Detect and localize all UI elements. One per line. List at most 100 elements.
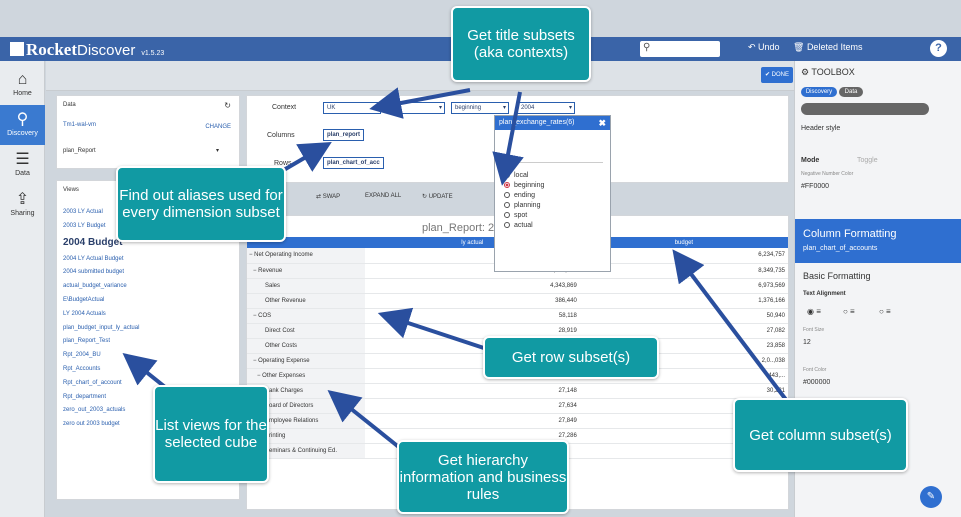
- row-label[interactable]: − Net Operating Income: [247, 248, 365, 264]
- cell-budget[interactable]: 30,231: [579, 383, 788, 399]
- refresh-icon[interactable]: ↻: [224, 101, 231, 110]
- toolbox-icon-bar[interactable]: [801, 103, 929, 115]
- view-item[interactable]: E\BudgetActual: [63, 297, 104, 303]
- cell-ly-actual[interactable]: 386,440: [364, 293, 580, 309]
- view-item[interactable]: Rpt_Accounts: [63, 366, 100, 372]
- radio-icon[interactable]: [504, 182, 510, 188]
- cell-budget[interactable]: 8,349,735: [579, 263, 788, 279]
- row-label[interactable]: Direct Cost: [247, 323, 365, 339]
- view-item[interactable]: LY 2004 Actuals: [63, 311, 106, 317]
- nav-data-label: Data: [15, 170, 30, 177]
- left-nav: ⌂ Home ⚲ Discovery ☰ Data ⇪ Sharing: [0, 61, 45, 517]
- columns-subset-pill[interactable]: plan_report: [323, 129, 365, 141]
- chat-icon: ✎: [926, 491, 936, 502]
- view-item[interactable]: 2004 LY Actual Budget: [63, 256, 124, 262]
- subset-option[interactable]: local: [504, 172, 528, 179]
- nav-data[interactable]: ☰ Data: [0, 145, 45, 185]
- close-icon[interactable]: ✖: [598, 116, 606, 130]
- row-label[interactable]: Other Costs: [247, 338, 365, 354]
- negative-color-value[interactable]: #FF0000: [801, 183, 829, 190]
- cell-budget[interactable]: 50,940: [579, 308, 788, 324]
- view-item[interactable]: Rpt_chart_of_account: [63, 380, 122, 386]
- logo-mark-icon: [10, 42, 24, 56]
- deleted-items-label: Deleted Items: [806, 42, 863, 52]
- view-item[interactable]: 2004 Budget: [63, 237, 122, 248]
- radio-icon[interactable]: [504, 202, 510, 208]
- table-row[interactable]: Employee Relations 27,849: [247, 413, 788, 429]
- cell-ly-actual[interactable]: 27,148: [364, 383, 580, 399]
- view-item[interactable]: actual_budget_variance: [63, 283, 127, 289]
- row-label[interactable]: Sales: [247, 278, 365, 294]
- mode-toggle[interactable]: Toggle: [857, 157, 878, 164]
- trash-icon: 🗑: [793, 42, 807, 52]
- column-header-budget[interactable]: budget: [579, 237, 788, 248]
- change-server-link[interactable]: CHANGE: [205, 124, 231, 130]
- context-dropdown-2[interactable]: ...: [387, 102, 445, 114]
- subset-option[interactable]: ending: [504, 192, 535, 199]
- cell-ly-actual[interactable]: 27,634: [364, 398, 580, 414]
- cube-select[interactable]: plan_Report: [63, 148, 96, 154]
- align-left-radio[interactable]: ◉ ≡: [807, 307, 821, 316]
- radio-icon[interactable]: [504, 172, 510, 178]
- subset-option[interactable]: spot: [504, 212, 527, 219]
- deleted-items-button[interactable]: 🗑 Deleted Items: [793, 42, 862, 53]
- subset-option[interactable]: actual: [504, 222, 533, 229]
- row-label[interactable]: − Operating Expense: [247, 353, 365, 369]
- nav-discovery[interactable]: ⚲ Discovery: [0, 105, 45, 145]
- swap-button[interactable]: ⇄ SWAP: [316, 193, 340, 200]
- cell-ly-actual[interactable]: 4,343,869: [364, 278, 580, 294]
- tab-data[interactable]: Data: [839, 87, 863, 97]
- tab-discovery[interactable]: Discovery: [801, 87, 837, 97]
- table-row[interactable]: Sales 4,343,869 6,973,569: [247, 278, 788, 294]
- cell-ly-actual[interactable]: 27,849: [364, 413, 580, 429]
- table-row[interactable]: Bank Charges 27,148 30,231: [247, 383, 788, 399]
- row-label[interactable]: Other Revenue: [247, 293, 365, 309]
- align-right-radio[interactable]: ○ ≡: [879, 307, 891, 316]
- view-item[interactable]: 2003 LY Budget: [63, 223, 105, 229]
- view-item[interactable]: 2003 LY Actual: [63, 209, 103, 215]
- radio-icon[interactable]: [504, 192, 510, 198]
- view-item[interactable]: Rpt_department: [63, 394, 106, 400]
- subset-option[interactable]: planning: [504, 202, 540, 209]
- subset-popup: plan_exchange_rates(6) ✖ local beginning en…: [494, 115, 611, 272]
- context-dropdown-year[interactable]: 2004: [517, 102, 575, 114]
- rows-subset-pill[interactable]: plan_chart_of_acc: [323, 157, 384, 169]
- undo-button[interactable]: ↶ Undo: [748, 42, 780, 53]
- view-item[interactable]: 2004 submitted budget: [63, 269, 124, 275]
- cell-budget[interactable]: 6,973,569: [579, 278, 788, 294]
- font-color-input[interactable]: #000000: [803, 379, 830, 386]
- done-button[interactable]: ✔ DONE: [761, 67, 793, 83]
- chat-button[interactable]: ✎: [920, 486, 942, 508]
- view-item[interactable]: zero_out_2003_actuals: [63, 407, 125, 413]
- context-dropdown-exchange-rate[interactable]: beginning: [451, 102, 509, 114]
- font-size-input[interactable]: 12: [803, 339, 811, 346]
- row-label[interactable]: − Revenue: [247, 263, 365, 279]
- nav-home[interactable]: ⌂ Home: [0, 65, 45, 105]
- logo-text: Rocket: [26, 40, 77, 59]
- view-item[interactable]: zero out 2003 budget: [63, 421, 120, 427]
- row-label[interactable]: − COS: [247, 308, 365, 324]
- expand-all-button[interactable]: EXPAND ALL: [365, 193, 401, 199]
- search-input[interactable]: ⚲: [640, 41, 720, 57]
- align-center-radio[interactable]: ○ ≡: [843, 307, 855, 316]
- table-row[interactable]: − COS 58,118 50,940: [247, 308, 788, 324]
- cell-budget[interactable]: 6,234,757: [579, 248, 788, 264]
- table-row[interactable]: Board of Directors 27,634: [247, 398, 788, 414]
- nav-sharing[interactable]: ⇪ Sharing: [0, 185, 45, 225]
- view-item[interactable]: Rpt_2004_BU: [63, 352, 101, 358]
- callout-title-subsets: Get title subsets (aka contexts): [451, 6, 591, 82]
- update-button[interactable]: ↻ UPDATE: [422, 193, 453, 200]
- cell-ly-actual[interactable]: 58,118: [364, 308, 580, 324]
- table-row[interactable]: Other Revenue 386,440 1,376,166: [247, 293, 788, 309]
- help-button[interactable]: ?: [930, 40, 947, 57]
- view-item[interactable]: plan_Report_Test: [63, 338, 110, 344]
- subset-option-label: local: [514, 172, 529, 179]
- row-label[interactable]: − Other Expenses: [247, 368, 365, 384]
- radio-icon[interactable]: [504, 222, 510, 228]
- subset-option[interactable]: beginning: [504, 182, 544, 189]
- view-item[interactable]: plan_budget_input_ly_actual: [63, 325, 139, 331]
- context-dropdown-region[interactable]: UK: [323, 102, 381, 114]
- app-logo[interactable]: RocketDiscover v1.5.23: [10, 40, 164, 60]
- cell-budget[interactable]: 1,376,166: [579, 293, 788, 309]
- radio-icon[interactable]: [504, 212, 510, 218]
